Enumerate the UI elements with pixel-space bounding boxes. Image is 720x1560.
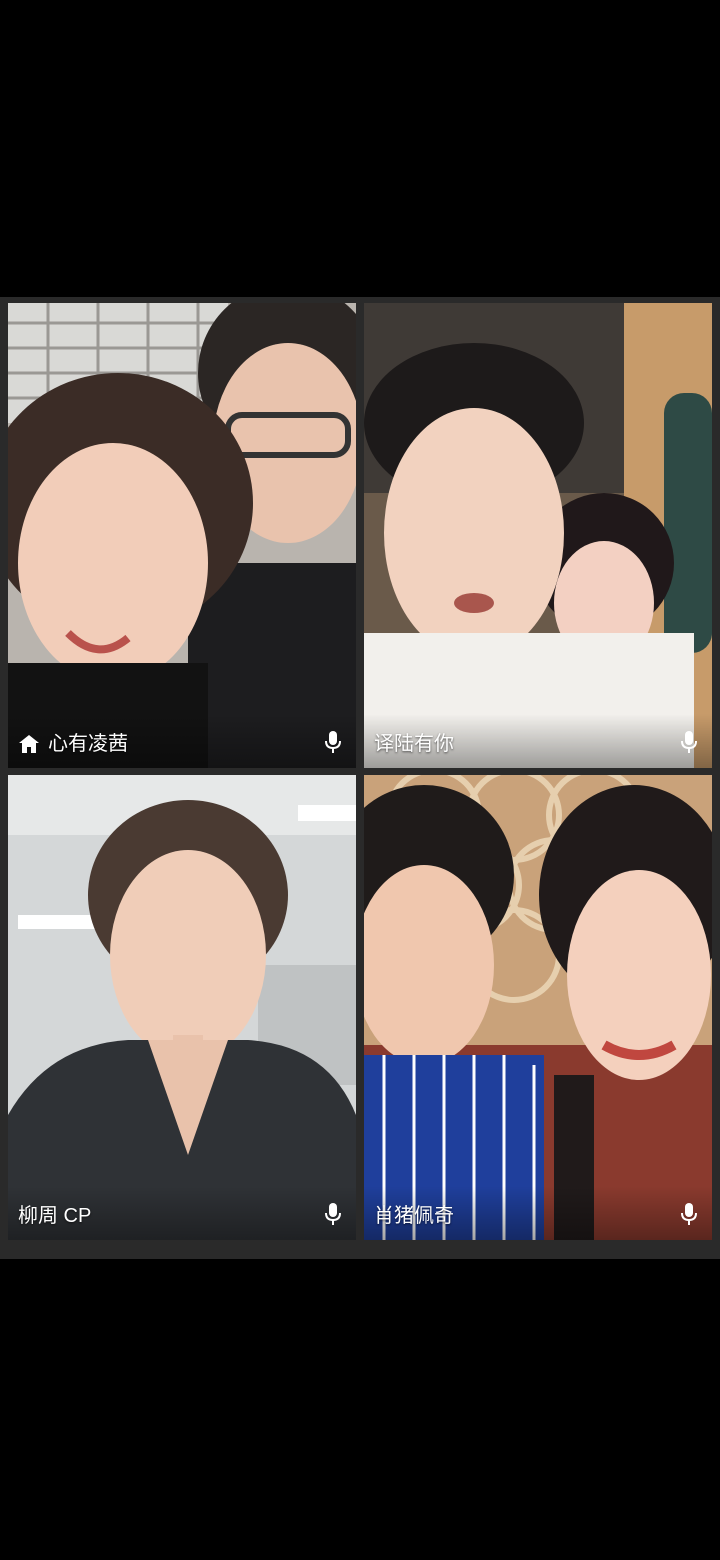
participant-video-3 bbox=[8, 775, 356, 1240]
participant-tile-3[interactable]: 柳周 CP bbox=[8, 775, 356, 1240]
home-icon bbox=[18, 734, 40, 754]
participant-label-3: 柳周 CP bbox=[18, 1204, 91, 1228]
participant-label-1: 心有凌茜 bbox=[18, 732, 128, 756]
microphone-icon[interactable] bbox=[324, 1202, 342, 1226]
participant-label-4: 肖猪佩奇 bbox=[374, 1204, 454, 1228]
microphone-icon[interactable] bbox=[324, 730, 342, 754]
participant-name: 肖猪佩奇 bbox=[374, 1205, 454, 1227]
participant-tile-4[interactable]: 肖猪佩奇 bbox=[364, 775, 712, 1240]
participant-name: 柳周 CP bbox=[18, 1205, 92, 1227]
participant-name: 译陆有你 bbox=[374, 733, 454, 755]
participant-video-1 bbox=[8, 303, 356, 768]
participant-tile-2[interactable]: 译陆有你 bbox=[364, 303, 712, 768]
participant-name: 心有凌茜 bbox=[48, 733, 128, 755]
video-call-grid: 心有凌茜 译陆有你 柳周 CP 肖猪佩奇 bbox=[0, 297, 720, 1259]
participant-video-2 bbox=[364, 303, 712, 768]
microphone-icon[interactable] bbox=[680, 1202, 698, 1226]
participant-tile-1[interactable]: 心有凌茜 bbox=[8, 303, 356, 768]
participant-label-2: 译陆有你 bbox=[374, 732, 454, 756]
microphone-icon[interactable] bbox=[680, 730, 698, 754]
participant-video-4 bbox=[364, 775, 712, 1240]
